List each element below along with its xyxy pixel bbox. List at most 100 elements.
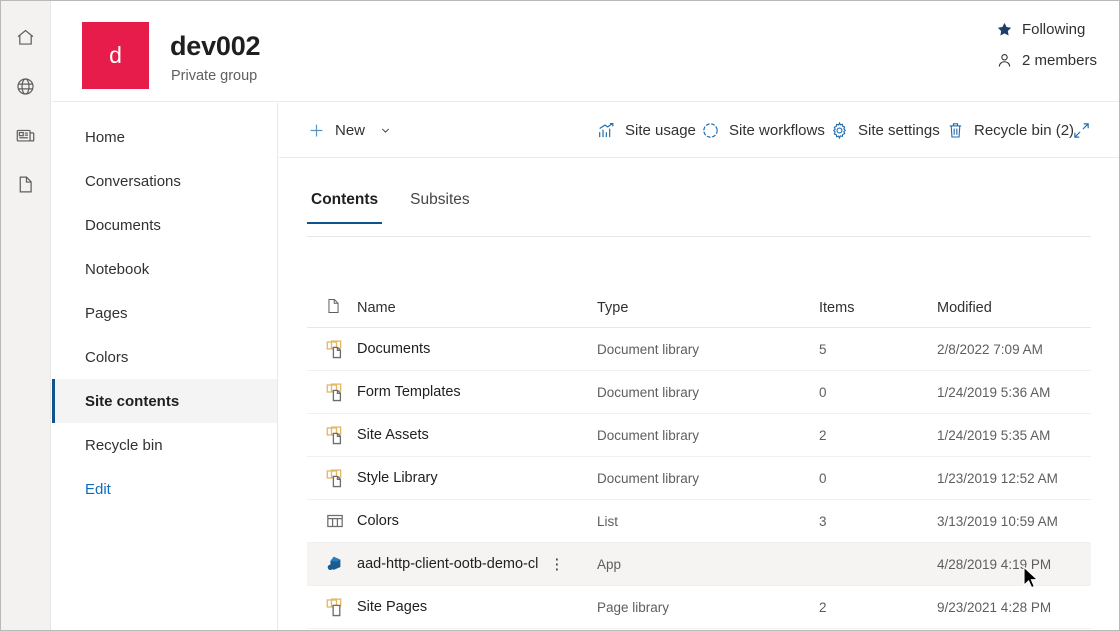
row-name[interactable]: aad-http-client-ootb-demo-cl ⋮ xyxy=(357,556,597,572)
table-row[interactable]: Form Templates Document library 0 1/24/2… xyxy=(307,371,1091,414)
circular-arrow-icon xyxy=(701,121,720,140)
row-name[interactable]: Site Pages xyxy=(357,599,597,615)
gear-icon xyxy=(830,121,849,140)
following-button[interactable]: Following xyxy=(992,19,1089,40)
recycle-bin-button[interactable]: Recycle bin (2) xyxy=(946,103,1074,158)
globe-icon xyxy=(15,76,36,97)
trash-icon xyxy=(946,121,965,140)
row-items: 0 xyxy=(819,384,827,400)
site-header-actions: Following 2 members xyxy=(992,19,1101,71)
plus-icon xyxy=(307,121,326,140)
row-items: 3 xyxy=(819,513,827,529)
row-name[interactable]: Style Library xyxy=(357,470,597,486)
site-logo: d xyxy=(82,22,149,89)
expand-button[interactable] xyxy=(1072,103,1091,158)
file-type-icon xyxy=(325,297,342,319)
column-header-modified[interactable]: Modified xyxy=(937,300,1087,316)
row-items: 0 xyxy=(819,470,827,486)
site-usage-label: Site usage xyxy=(625,122,696,139)
page-icon xyxy=(15,174,36,195)
table-row[interactable]: Site Assets Document library 2 1/24/2019… xyxy=(307,414,1091,457)
sidebar-edit-link[interactable]: Edit xyxy=(52,467,277,511)
sharepoint-site-contents-page: d dev002 Private group Following 2 membe… xyxy=(0,0,1120,631)
home-icon xyxy=(15,27,36,48)
rail-item-my-sites[interactable] xyxy=(2,62,50,111)
row-actions-menu-button[interactable]: ⋮ xyxy=(546,557,567,572)
table-row[interactable]: aad-http-client-ootb-demo-cl ⋮ App 4/28/… xyxy=(307,543,1091,586)
table-row[interactable]: Site Pages Page library 2 9/23/2021 4:28… xyxy=(307,586,1091,629)
app-package-icon xyxy=(309,554,357,575)
site-workflows-button[interactable]: Site workflows xyxy=(701,103,825,158)
row-name[interactable]: Form Templates xyxy=(357,384,597,400)
document-library-icon xyxy=(309,382,357,403)
app-rail xyxy=(1,1,51,630)
row-type: Page library xyxy=(597,599,670,615)
site-settings-label: Site settings xyxy=(858,122,940,139)
sidebar-item-colors[interactable]: Colors xyxy=(52,335,277,379)
news-icon xyxy=(15,125,36,146)
new-button[interactable]: New xyxy=(307,103,391,158)
following-label: Following xyxy=(1021,21,1086,38)
sidebar-item-label: Pages xyxy=(85,304,128,322)
members-button[interactable]: 2 members xyxy=(992,50,1101,71)
sidebar-item-home[interactable]: Home xyxy=(52,115,277,159)
sidebar-item-label: Recycle bin xyxy=(85,436,163,454)
table-row[interactable]: Documents Document library 5 2/8/2022 7:… xyxy=(307,328,1091,371)
row-type: Document library xyxy=(597,427,700,443)
content-tabs: Contents Subsites xyxy=(307,191,1091,237)
star-filled-icon xyxy=(996,21,1013,38)
sidebar-item-label: Edit xyxy=(85,480,111,498)
site-contents-table: Name Type Items Modified Documents Docum… xyxy=(307,288,1091,629)
rail-item-pages[interactable] xyxy=(2,160,50,209)
row-name[interactable]: Site Assets xyxy=(357,427,597,443)
sidebar-item-label: Site contents xyxy=(85,392,180,410)
row-modified: 1/24/2019 5:36 AM xyxy=(937,384,1051,400)
row-type: Document library xyxy=(597,470,700,486)
page-library-icon xyxy=(309,597,357,618)
sidebar-item-label: Documents xyxy=(85,216,161,234)
sidebar-item-recycle-bin[interactable]: Recycle bin xyxy=(52,423,277,467)
document-library-icon xyxy=(309,425,357,446)
column-header-type[interactable]: Type xyxy=(597,300,819,316)
tab-subsites[interactable]: Subsites xyxy=(406,191,473,223)
site-settings-button[interactable]: Site settings xyxy=(830,103,940,158)
row-name[interactable]: Colors xyxy=(357,513,597,529)
chart-trend-icon xyxy=(597,121,616,140)
column-header-items[interactable]: Items xyxy=(819,300,937,316)
row-items: 2 xyxy=(819,427,827,443)
row-modified: 1/24/2019 5:35 AM xyxy=(937,427,1051,443)
command-bar: New Site usage Site workflows Site setti… xyxy=(279,103,1119,158)
row-modified: 3/13/2019 10:59 AM xyxy=(937,513,1058,529)
chevron-down-icon xyxy=(380,125,391,136)
rail-item-news[interactable] xyxy=(2,111,50,160)
sidebar-item-label: Conversations xyxy=(85,172,181,190)
row-modified: 2/8/2022 7:09 AM xyxy=(937,341,1043,357)
sidebar-item-notebook[interactable]: Notebook xyxy=(52,247,277,291)
row-name[interactable]: Documents xyxy=(357,341,597,357)
sidebar-item-label: Colors xyxy=(85,348,129,366)
site-title: dev002 xyxy=(170,31,261,61)
tab-contents[interactable]: Contents xyxy=(307,191,383,224)
new-label: New xyxy=(335,122,366,139)
sidebar-item-label: Notebook xyxy=(85,260,150,278)
site-header: d dev002 Private group Following 2 membe… xyxy=(52,1,1119,102)
site-usage-button[interactable]: Site usage xyxy=(597,103,696,158)
sidebar-item-documents[interactable]: Documents xyxy=(52,203,277,247)
row-type: App xyxy=(597,556,622,572)
document-library-icon xyxy=(309,468,357,489)
sidebar-item-site-contents[interactable]: Site contents xyxy=(52,379,277,423)
sidebar-item-conversations[interactable]: Conversations xyxy=(52,159,277,203)
recycle-bin-label: Recycle bin (2) xyxy=(974,122,1075,139)
row-items: 5 xyxy=(819,341,827,357)
column-header-icon[interactable] xyxy=(309,297,357,319)
row-type: List xyxy=(597,513,619,529)
sidebar-item-pages[interactable]: Pages xyxy=(52,291,277,335)
table-header-row: Name Type Items Modified xyxy=(307,288,1091,328)
row-modified: 4/28/2019 4:19 PM xyxy=(937,556,1052,572)
table-row[interactable]: Style Library Document library 0 1/23/20… xyxy=(307,457,1091,500)
column-header-name[interactable]: Name xyxy=(357,300,597,316)
person-icon xyxy=(996,52,1013,69)
row-items: 2 xyxy=(819,599,827,615)
table-row[interactable]: Colors List 3 3/13/2019 10:59 AM xyxy=(307,500,1091,543)
rail-item-home[interactable] xyxy=(2,13,50,62)
